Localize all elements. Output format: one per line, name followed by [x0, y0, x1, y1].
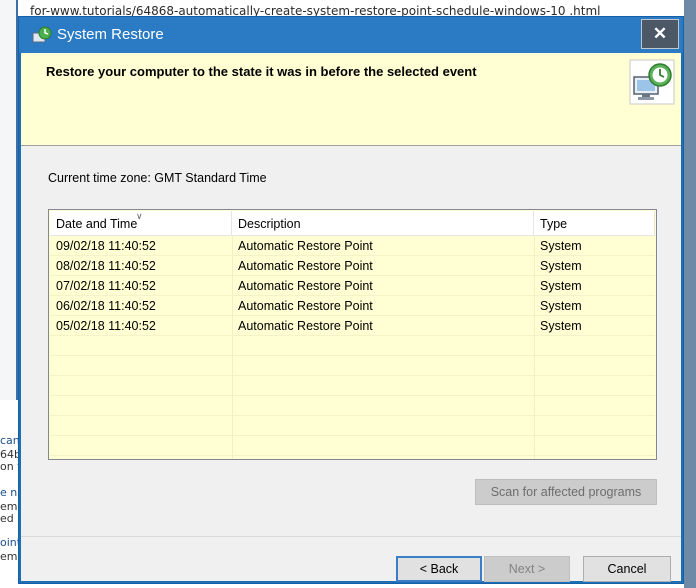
empty-row [50, 416, 655, 436]
table-row[interactable]: 08/02/18 11:40:52 Automatic Restore Poin… [50, 256, 655, 276]
column-header-description[interactable]: Description [232, 211, 534, 235]
table-row[interactable]: 07/02/18 11:40:52 Automatic Restore Poin… [50, 276, 655, 296]
cell-date: 08/02/18 11:40:52 [56, 259, 156, 273]
title-bar[interactable]: System Restore ✕ [19, 17, 683, 53]
next-button[interactable]: Next > [484, 556, 570, 582]
restore-points-table[interactable]: Date and Time ∨ Description Type 09/02/1… [48, 209, 657, 460]
cell-description: Automatic Restore Point [238, 239, 373, 253]
cancel-button[interactable]: Cancel [583, 556, 671, 582]
background-snippet: can [0, 434, 18, 447]
cell-description: Automatic Restore Point [238, 279, 373, 293]
banner-heading: Restore your computer to the state it wa… [46, 64, 477, 79]
empty-row [50, 336, 655, 356]
back-button[interactable]: < Back [396, 556, 482, 582]
background-right-edge [684, 0, 696, 588]
table-row[interactable]: 05/02/18 11:40:52 Automatic Restore Poin… [50, 316, 655, 336]
column-header-type[interactable]: Type [534, 211, 655, 235]
background-snippet: oint [0, 536, 18, 549]
cell-type: System [540, 259, 582, 273]
dialog-content: Restore your computer to the state it wa… [21, 53, 681, 582]
empty-row [50, 356, 655, 376]
column-header-label: Date and Time [56, 217, 138, 231]
column-header-label: Type [540, 217, 568, 231]
table-row[interactable]: 09/02/18 11:40:52 Automatic Restore Poin… [50, 236, 655, 256]
cell-type: System [540, 299, 582, 313]
column-divider [534, 235, 535, 459]
cell-description: Automatic Restore Point [238, 319, 373, 333]
background-snippet: em [0, 550, 18, 563]
computer-restore-icon [629, 59, 675, 105]
cell-type: System [540, 319, 582, 333]
cell-type: System [540, 279, 582, 293]
window-title: System Restore [57, 26, 164, 43]
cell-description: Automatic Restore Point [238, 299, 373, 313]
timezone-label: Current time zone: GMT Standard Time [48, 171, 267, 185]
cell-date: 09/02/18 11:40:52 [56, 239, 156, 253]
column-divider [232, 235, 233, 459]
table-row[interactable]: 06/02/18 11:40:52 Automatic Restore Poin… [50, 296, 655, 316]
empty-row [50, 396, 655, 416]
cell-type: System [540, 239, 582, 253]
system-restore-dialog: System Restore ✕ Restore your computer t… [18, 16, 684, 584]
cell-description: Automatic Restore Point [238, 259, 373, 273]
cell-date: 07/02/18 11:40:52 [56, 279, 156, 293]
empty-row [50, 376, 655, 396]
column-header-label: Description [238, 217, 301, 231]
close-icon: ✕ [652, 24, 668, 43]
close-button[interactable]: ✕ [641, 19, 679, 49]
empty-row [50, 436, 655, 456]
cell-date: 06/02/18 11:40:52 [56, 299, 156, 313]
table-header: Date and Time ∨ Description Type [50, 211, 655, 236]
column-header-date[interactable]: Date and Time ∨ [50, 211, 232, 235]
footer-separator [21, 536, 681, 537]
background-window-edge [0, 0, 18, 400]
scan-affected-programs-button[interactable]: Scan for affected programs [475, 479, 657, 505]
background-snippet: e n [0, 486, 18, 499]
background-snippet: ed a [0, 512, 18, 525]
header-banner: Restore your computer to the state it wa… [21, 53, 681, 146]
cell-date: 05/02/18 11:40:52 [56, 319, 156, 333]
background-snippet: on t [0, 460, 18, 473]
system-restore-icon [32, 26, 52, 43]
sort-chevron-icon: ∨ [136, 211, 143, 221]
